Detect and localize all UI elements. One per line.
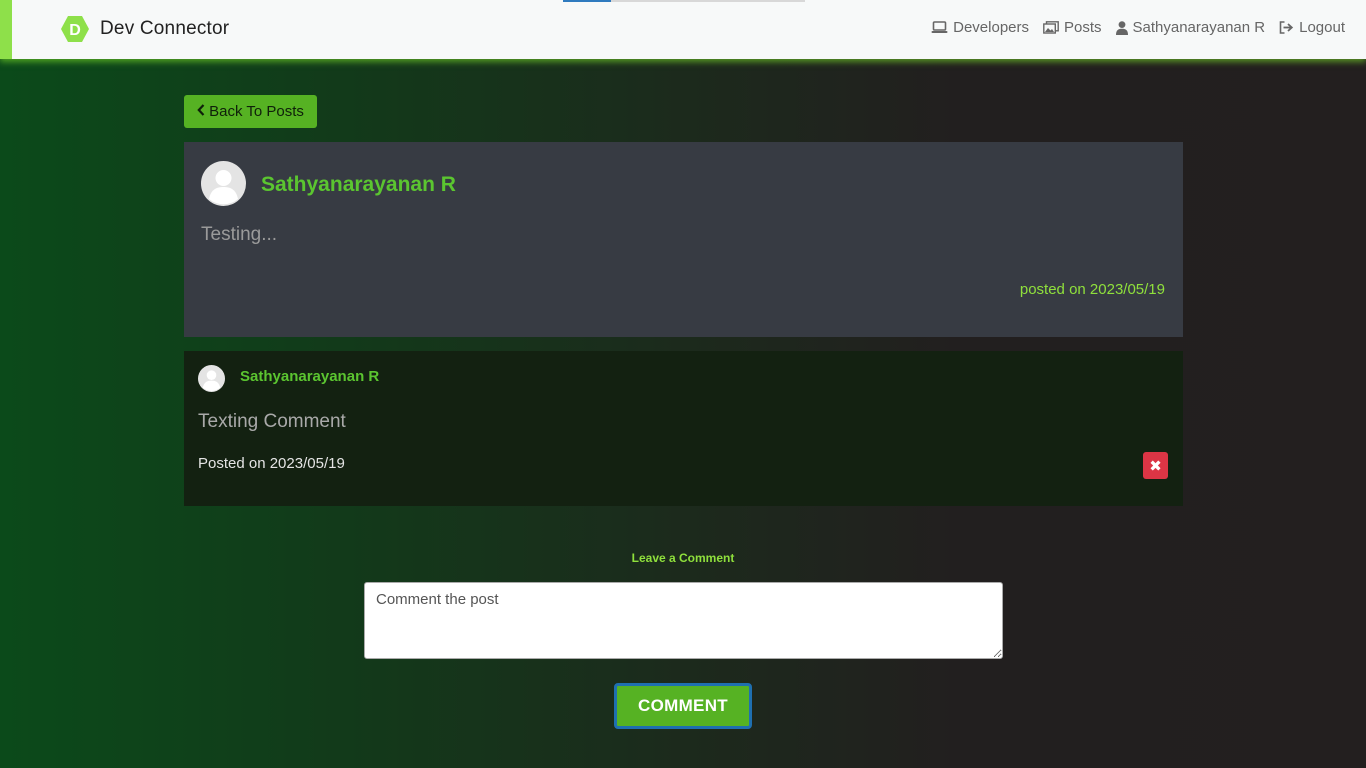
- comment-text: Texting Comment: [198, 411, 346, 432]
- comment-item: Sathyanarayanan R Texting Comment Posted…: [184, 351, 1183, 506]
- brand-logo-icon: D: [60, 15, 90, 43]
- navbar: D Dev Connector Developers Posts Sathyan…: [0, 0, 1366, 59]
- times-icon: ✖: [1149, 457, 1162, 475]
- images-icon: [1043, 21, 1059, 34]
- top-loading-bar: [563, 0, 805, 2]
- post-card: Sathyanarayanan R Testing... posted on 2…: [184, 142, 1183, 337]
- nav-link-logout-label: Logout: [1299, 19, 1345, 36]
- delete-comment-button[interactable]: ✖: [1143, 452, 1168, 479]
- sign-out-icon: [1279, 21, 1294, 34]
- back-to-posts-label: Back To Posts: [209, 103, 304, 120]
- nav-link-posts[interactable]: Posts: [1043, 19, 1102, 36]
- chevron-left-icon: [197, 103, 205, 120]
- top-loading-bar-fill: [563, 0, 611, 2]
- post-date: posted on 2023/05/19: [1019, 281, 1165, 298]
- nav-link-profile-label: Sathyanarayanan R: [1132, 19, 1266, 36]
- leave-comment-heading: Leave a Comment: [631, 551, 735, 565]
- back-to-posts-button[interactable]: Back To Posts: [184, 95, 317, 128]
- comment-textarea[interactable]: [364, 582, 1003, 659]
- nav-link-logout[interactable]: Logout: [1279, 19, 1345, 36]
- nav-link-profile[interactable]: Sathyanarayanan R: [1115, 19, 1266, 36]
- brand-logo-letter: D: [69, 22, 81, 39]
- post-text: Testing...: [201, 224, 278, 245]
- post-author-name[interactable]: Sathyanarayanan R: [261, 173, 456, 197]
- comment-author-name[interactable]: Sathyanarayanan R: [240, 368, 379, 385]
- user-icon: [1115, 20, 1128, 35]
- comment-submit-button[interactable]: COMMENT: [614, 683, 752, 729]
- nav-link-posts-label: Posts: [1064, 19, 1102, 36]
- laptop-icon: [931, 21, 948, 34]
- nav-links: Developers Posts Sathyanarayanan R Logou…: [917, 19, 1345, 36]
- default-avatar-icon[interactable]: [198, 365, 225, 392]
- comment-date: Posted on 2023/05/19: [198, 455, 345, 472]
- brand-title[interactable]: Dev Connector: [100, 18, 229, 40]
- default-avatar-icon[interactable]: [201, 161, 246, 206]
- nav-link-developers[interactable]: Developers: [931, 19, 1029, 36]
- nav-link-developers-label: Developers: [953, 19, 1029, 36]
- brand[interactable]: D Dev Connector: [60, 15, 229, 43]
